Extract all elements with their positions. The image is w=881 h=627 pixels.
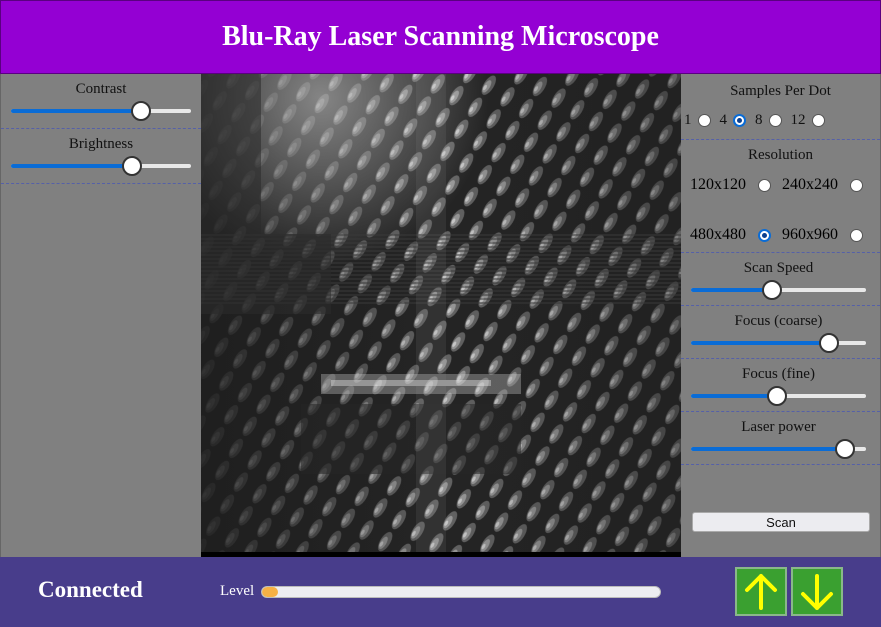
scan-area: Scan bbox=[681, 501, 881, 557]
samples-per-dot-title: Samples Per Dot bbox=[730, 83, 831, 99]
samples-option-label: 4 bbox=[719, 112, 728, 128]
contrast-slider-thumb[interactable] bbox=[130, 101, 151, 121]
scan-speed-label: Scan Speed bbox=[743, 260, 814, 276]
resolution-option-240[interactable]: 240x240 bbox=[782, 176, 874, 194]
focus-coarse-label: Focus (coarse) bbox=[734, 313, 823, 329]
samples-option-label: 12 bbox=[790, 112, 806, 128]
laser-power-slider-thumb[interactable] bbox=[835, 439, 855, 459]
scan-speed-slider-thumb[interactable] bbox=[761, 280, 782, 300]
resolution-radio-960[interactable] bbox=[850, 228, 863, 242]
scan-image-viewer bbox=[201, 74, 681, 557]
samples-option-1[interactable]: 1 bbox=[684, 112, 711, 129]
samples-option-label: 1 bbox=[684, 112, 692, 128]
connection-status: Connected bbox=[38, 577, 143, 602]
focus-coarse-slider[interactable] bbox=[689, 332, 868, 353]
page-title: Blu-Ray Laser Scanning Microscope bbox=[222, 21, 659, 52]
arrow-down-icon bbox=[801, 573, 833, 610]
laser-power-control: Laser power bbox=[681, 412, 880, 465]
brightness-slider-thumb[interactable] bbox=[121, 156, 142, 176]
samples-per-dot-section: Samples Per Dot 1 4 8 12 bbox=[681, 74, 880, 140]
brightness-slider[interactable] bbox=[9, 155, 193, 176]
focus-fine-label: Focus (fine) bbox=[742, 366, 815, 382]
laser-power-label: Laser power bbox=[741, 419, 816, 435]
brightness-label: Brightness bbox=[68, 136, 134, 152]
scan-speed-control: Scan Speed bbox=[681, 253, 880, 306]
move-down-button[interactable] bbox=[791, 567, 843, 616]
resolution-radio-480[interactable] bbox=[758, 228, 771, 242]
brightness-control: Brightness bbox=[1, 129, 201, 184]
laser-power-slider[interactable] bbox=[689, 438, 868, 459]
samples-option-label: 8 bbox=[755, 112, 763, 128]
samples-radio-8[interactable] bbox=[768, 114, 782, 127]
resolution-option-label: 960x960 bbox=[782, 226, 838, 243]
resolution-option-960[interactable]: 960x960 bbox=[782, 226, 874, 244]
move-up-button[interactable] bbox=[735, 567, 787, 616]
focus-coarse-control: Focus (coarse) bbox=[681, 306, 880, 359]
level-meter bbox=[261, 586, 661, 598]
resolution-option-label: 120x120 bbox=[690, 176, 746, 193]
arrow-up-icon bbox=[745, 573, 777, 610]
samples-radio-1[interactable] bbox=[697, 114, 711, 127]
resolution-radio-120[interactable] bbox=[758, 178, 771, 192]
samples-radio-4[interactable] bbox=[733, 114, 746, 127]
scan-button[interactable]: Scan bbox=[692, 512, 870, 532]
left-panel: Contrast Brightness bbox=[0, 74, 201, 557]
contrast-label: Contrast bbox=[75, 81, 127, 97]
focus-fine-slider-thumb[interactable] bbox=[766, 386, 787, 406]
scan-image bbox=[201, 74, 681, 557]
level-meter-fill bbox=[262, 587, 278, 597]
contrast-slider[interactable] bbox=[9, 100, 193, 121]
app-header: Blu-Ray Laser Scanning Microscope bbox=[0, 0, 881, 74]
resolution-option-480[interactable]: 480x480 bbox=[690, 226, 782, 244]
level-label: Level bbox=[220, 583, 255, 599]
scan-speed-slider[interactable] bbox=[689, 279, 868, 300]
samples-per-dot-options: 1 4 8 12 bbox=[681, 112, 880, 129]
samples-option-12[interactable]: 12 bbox=[791, 112, 825, 129]
focus-fine-slider[interactable] bbox=[689, 385, 868, 406]
resolution-section: Resolution 120x120 240x240 480x480 960x9… bbox=[681, 140, 880, 253]
resolution-options: 120x120 240x240 480x480 960x960 bbox=[681, 176, 880, 244]
resolution-option-label: 480x480 bbox=[690, 226, 746, 243]
samples-option-4[interactable]: 4 bbox=[719, 112, 746, 129]
contrast-control: Contrast bbox=[1, 74, 201, 129]
samples-radio-12[interactable] bbox=[811, 114, 825, 127]
resolution-option-120[interactable]: 120x120 bbox=[690, 176, 782, 194]
resolution-title: Resolution bbox=[747, 147, 813, 163]
samples-option-8[interactable]: 8 bbox=[755, 112, 782, 129]
right-panel: Samples Per Dot 1 4 8 12 Resolution 120x… bbox=[681, 74, 881, 557]
resolution-radio-240[interactable] bbox=[850, 178, 863, 192]
focus-coarse-slider-thumb[interactable] bbox=[819, 333, 840, 353]
resolution-option-label: 240x240 bbox=[782, 176, 838, 193]
status-bar: Connected Level bbox=[0, 557, 881, 627]
focus-fine-control: Focus (fine) bbox=[681, 359, 880, 412]
